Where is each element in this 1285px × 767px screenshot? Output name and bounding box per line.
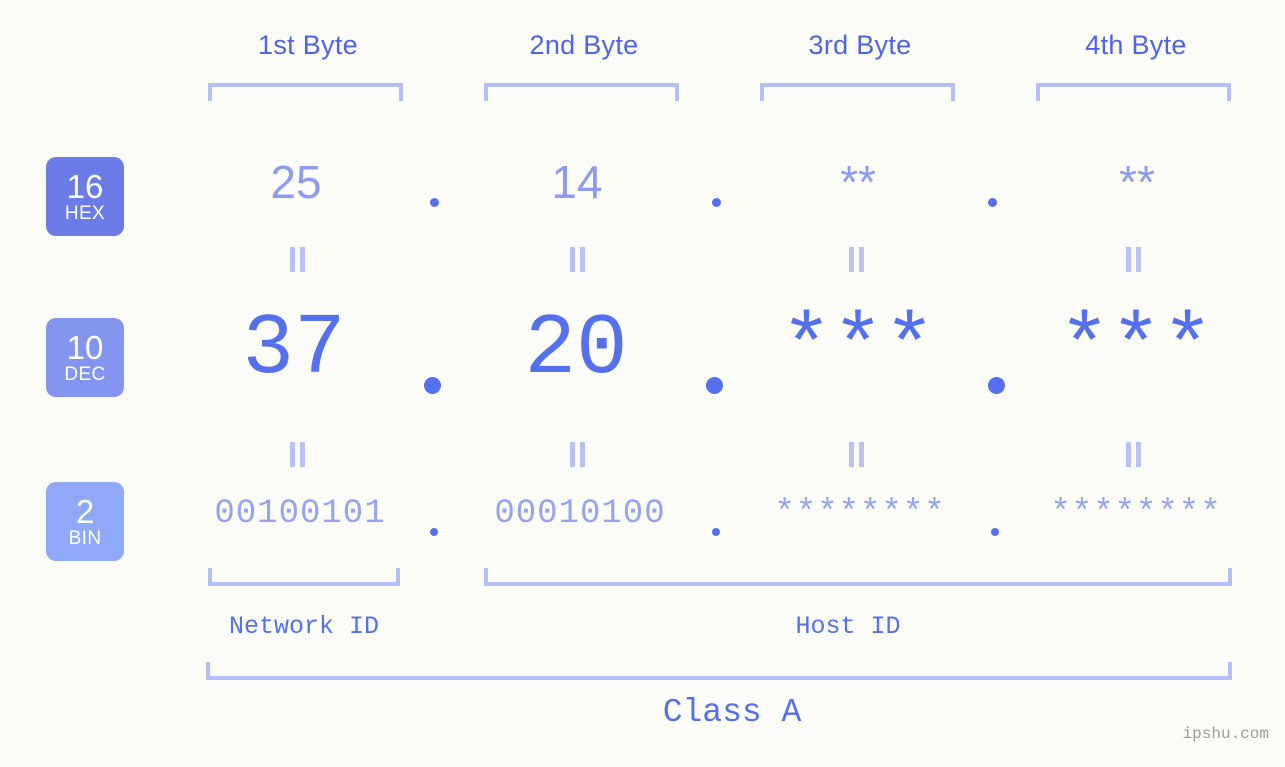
- equals-mark-hex-dec-2: [568, 247, 587, 272]
- dec-dot-3: [988, 377, 1005, 394]
- host-id-label: Host ID: [795, 612, 901, 641]
- byte-bracket-top-3: [760, 83, 955, 101]
- equals-mark-dec-bin-1: [288, 442, 307, 467]
- byte-header-1: 1st Byte: [258, 30, 358, 60]
- class-label: Class A: [662, 694, 802, 731]
- bin-value-byte-4: ********: [1050, 495, 1222, 533]
- hex-value-byte-1: 25: [270, 156, 322, 208]
- network-id-label: Network ID: [228, 612, 380, 641]
- byte-header-3: 3rd Byte: [808, 30, 912, 60]
- dec-dot-2: [706, 377, 723, 394]
- hex-value-byte-3: **: [840, 156, 876, 208]
- bin-value-byte-3: ********: [774, 495, 946, 533]
- hex-dot-1: [430, 198, 439, 207]
- byte-bracket-top-4: [1036, 83, 1231, 101]
- dec-value-byte-2: 20: [524, 300, 628, 398]
- bin-dot-1: [430, 528, 438, 536]
- base-badge-dec: 10 DEC: [46, 318, 124, 397]
- byte-header-4: 4th Byte: [1085, 30, 1187, 60]
- dec-value-byte-3: ***: [780, 300, 936, 398]
- bin-value-byte-2: 00010100: [494, 495, 666, 533]
- dec-value-byte-1: 37: [242, 300, 346, 398]
- bin-value-byte-1: 00100101: [214, 495, 386, 533]
- base-badge-bin-abbr: BIN: [68, 528, 102, 549]
- hex-dot-3: [988, 198, 997, 207]
- byte-header-2: 2nd Byte: [529, 30, 639, 60]
- hex-value-byte-2: 14: [551, 156, 603, 208]
- base-badge-hex: 16 HEX: [46, 157, 124, 236]
- base-badge-bin: 2 BIN: [46, 482, 124, 561]
- base-badge-dec-abbr: DEC: [64, 364, 106, 385]
- equals-mark-dec-bin-2: [568, 442, 587, 467]
- byte-bracket-top-2: [484, 83, 679, 101]
- equals-mark-hex-dec-4: [1124, 247, 1143, 272]
- hex-dot-2: [712, 198, 721, 207]
- bin-dot-2: [712, 528, 720, 536]
- class-bracket: [206, 662, 1232, 680]
- dec-dot-1: [424, 377, 441, 394]
- base-badge-hex-number: 16: [66, 168, 104, 205]
- hex-value-byte-4: **: [1119, 156, 1155, 208]
- base-badge-hex-abbr: HEX: [64, 203, 106, 224]
- equals-mark-hex-dec-3: [847, 247, 866, 272]
- ip-breakdown-diagram: 1st Byte 2nd Byte 3rd Byte 4th Byte 16 H…: [0, 0, 1285, 767]
- byte-bracket-top-1: [208, 83, 403, 101]
- base-badge-dec-number: 10: [66, 329, 104, 366]
- equals-mark-hex-dec-1: [288, 247, 307, 272]
- site-watermark: ipshu.com: [1182, 725, 1269, 743]
- network-id-bracket: [208, 568, 400, 586]
- dec-value-byte-4: ***: [1058, 300, 1214, 398]
- base-badge-bin-number: 2: [75, 493, 95, 530]
- equals-mark-dec-bin-3: [847, 442, 866, 467]
- equals-mark-dec-bin-4: [1124, 442, 1143, 467]
- bin-dot-3: [991, 528, 999, 536]
- host-id-bracket: [484, 568, 1232, 586]
